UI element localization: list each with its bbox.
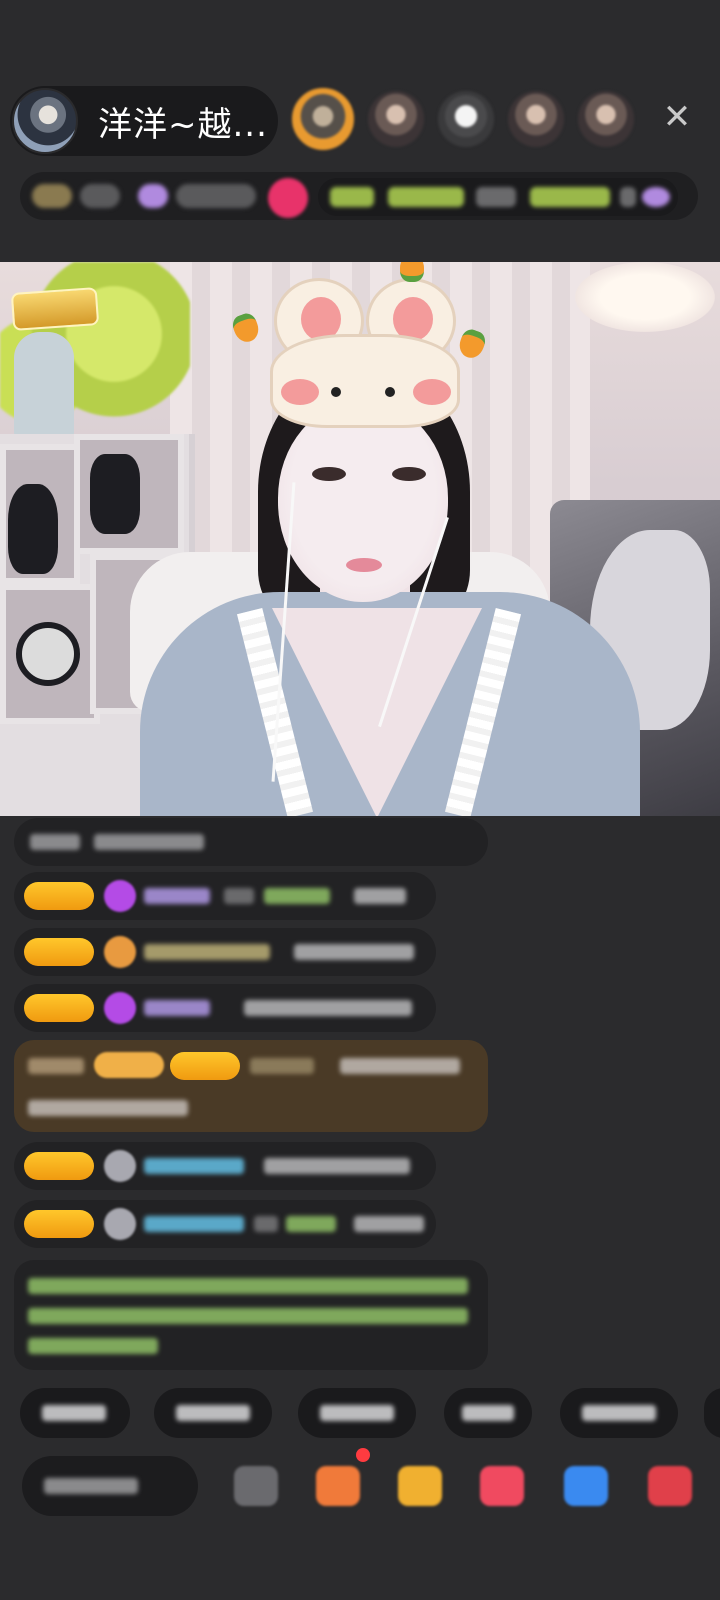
level-badge xyxy=(24,994,94,1022)
live-stream-screen: 洋洋~越... ✕ xyxy=(0,0,720,1600)
level-badge xyxy=(24,1152,94,1180)
level-badge xyxy=(24,882,94,910)
hot-badge[interactable] xyxy=(268,178,308,218)
user-avatar-small xyxy=(104,1208,136,1240)
viewer-avatar[interactable] xyxy=(578,91,634,147)
gift-box-icon[interactable] xyxy=(398,1466,442,1506)
fan-badge xyxy=(94,1052,164,1078)
bunny-face-sticker xyxy=(270,278,460,428)
red-packet-icon[interactable] xyxy=(480,1466,524,1506)
quick-action-pill[interactable] xyxy=(560,1388,678,1438)
chat-input[interactable] xyxy=(22,1456,198,1516)
quick-actions xyxy=(20,1388,720,1438)
host-info-pill[interactable]: 洋洋~越... xyxy=(10,86,278,156)
chat-message[interactable] xyxy=(14,872,436,920)
user-avatar-small xyxy=(104,1150,136,1182)
viewer-avatar[interactable] xyxy=(438,91,494,147)
channel-logo xyxy=(10,287,100,331)
streamer-face xyxy=(278,402,448,602)
fans-icon xyxy=(138,184,168,208)
chat-message-highlight[interactable] xyxy=(14,1040,488,1132)
chat-message[interactable] xyxy=(14,1142,436,1190)
level-badge xyxy=(24,938,94,966)
system-notice xyxy=(14,1260,488,1370)
chat-message[interactable] xyxy=(14,928,436,976)
chat-message[interactable] xyxy=(14,1200,436,1248)
game-icon[interactable] xyxy=(316,1466,360,1506)
host-avatar[interactable] xyxy=(12,88,78,154)
carrot-sticker xyxy=(400,262,424,282)
quick-action-pill[interactable] xyxy=(298,1388,416,1438)
chat-message[interactable] xyxy=(14,984,436,1032)
viewer-avatar[interactable] xyxy=(368,91,424,147)
viewer-avatar[interactable] xyxy=(508,91,564,147)
host-name: 洋洋~越... xyxy=(98,104,268,145)
level-badge xyxy=(170,1052,240,1080)
close-icon[interactable]: ✕ xyxy=(660,100,694,134)
rank-text xyxy=(80,184,120,208)
top-viewers-list xyxy=(292,88,648,150)
rank-icon xyxy=(32,184,72,208)
fans-text xyxy=(176,184,256,208)
quick-action-pill[interactable] xyxy=(704,1388,720,1438)
viewer-avatar[interactable] xyxy=(292,88,354,150)
live-video[interactable] xyxy=(0,262,720,816)
quick-action-pill[interactable] xyxy=(444,1388,532,1438)
level-badge xyxy=(24,1210,94,1238)
diamond-icon xyxy=(104,880,136,912)
user-badge-icon xyxy=(104,936,136,968)
share-icon[interactable] xyxy=(564,1466,608,1506)
keyboard-icon[interactable] xyxy=(234,1466,278,1506)
diamond-icon xyxy=(104,992,136,1024)
notification-dot xyxy=(356,1448,370,1462)
quick-action-pill[interactable] xyxy=(154,1388,272,1438)
chat-message[interactable] xyxy=(14,818,488,866)
tag-strip[interactable] xyxy=(318,178,678,216)
gift-icon[interactable] xyxy=(648,1466,692,1506)
quick-action-pill[interactable] xyxy=(20,1388,130,1438)
